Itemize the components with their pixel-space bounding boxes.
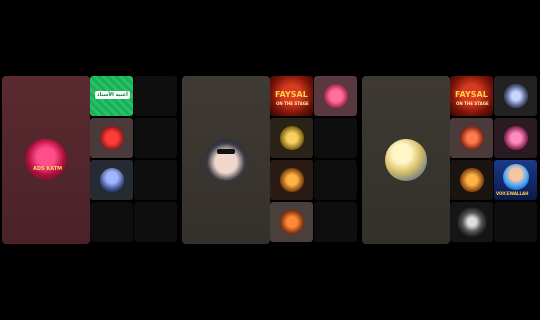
seat-3-1[interactable]: FAYSAL ON THE STAGE [450,76,493,116]
room-main-tile-3[interactable] [362,76,450,244]
seat-1-8[interactable] [134,202,177,242]
seat-2-7-avatar [279,210,304,234]
seat-2-8[interactable] [314,202,357,242]
seat-3-2[interactable] [494,76,537,116]
seat-2-1-sub: ON THE STAGE [276,101,309,106]
seat-2-4[interactable] [314,118,357,158]
seat-2-2-avatar [323,84,348,108]
seat-3-1-banner: FAYSAL [455,90,488,99]
host-avatar-2[interactable] [205,139,247,181]
seat-3-3-avatar [459,126,484,150]
seat-2-1[interactable]: FAYSAL ON THE STAGE [270,76,313,116]
seat-2-3[interactable] [270,118,313,158]
seat-2-3-avatar [279,126,304,150]
seat-2-6[interactable] [314,160,357,200]
seat-1-4[interactable] [134,118,177,158]
seat-1-5-avatar [99,168,124,192]
room-main-tile-1[interactable]: ADS KATM [2,76,90,244]
seat-2-5-avatar [279,168,304,192]
seat-3-1-sub: ON THE STAGE [456,101,489,106]
seat-3-4-avatar [503,126,528,150]
seat-1-1[interactable]: أغنية الأستاذ [90,76,133,116]
host-avatar-3[interactable] [385,139,427,181]
seat-1-7[interactable] [90,202,133,242]
room-main-tile-2[interactable] [182,76,270,244]
seat-1-5[interactable] [90,160,133,200]
seat-3-6[interactable]: VOICEWALLAH [494,160,537,200]
seat-3-6-avatar [502,163,529,190]
room-panel-3: FAYSAL ON THE STAGE VOICEWALLAH [362,76,537,244]
seat-3-3[interactable] [450,118,493,158]
seat-1-3[interactable] [90,118,133,158]
seat-3-7-avatar [456,207,487,237]
host-avatar-1-text: ADS KATM [33,166,63,172]
seat-3-5-avatar [459,168,484,192]
seat-1-2[interactable] [134,76,177,116]
seat-3-7[interactable] [450,202,493,242]
seat-2-2[interactable] [314,76,357,116]
seat-3-6-banner: VOICEWALLAH [496,191,529,196]
seat-3-8[interactable] [494,202,537,242]
seat-3-2-avatar [503,84,528,108]
seat-1-1-text: أغنية الأستاذ [95,91,130,99]
host-avatar-1[interactable]: ADS KATM [26,139,66,179]
seat-3-5[interactable] [450,160,493,200]
room-panel-1: ADS KATM أغنية الأستاذ [2,76,177,244]
seat-2-1-banner: FAYSAL [275,90,308,99]
seat-2-7[interactable] [270,202,313,242]
seat-2-5[interactable] [270,160,313,200]
sunglasses-icon [217,149,235,154]
seat-3-4[interactable] [494,118,537,158]
seat-1-6[interactable] [134,160,177,200]
room-panel-2: FAYSAL ON THE STAGE [182,76,357,244]
seat-1-3-avatar [99,126,124,150]
